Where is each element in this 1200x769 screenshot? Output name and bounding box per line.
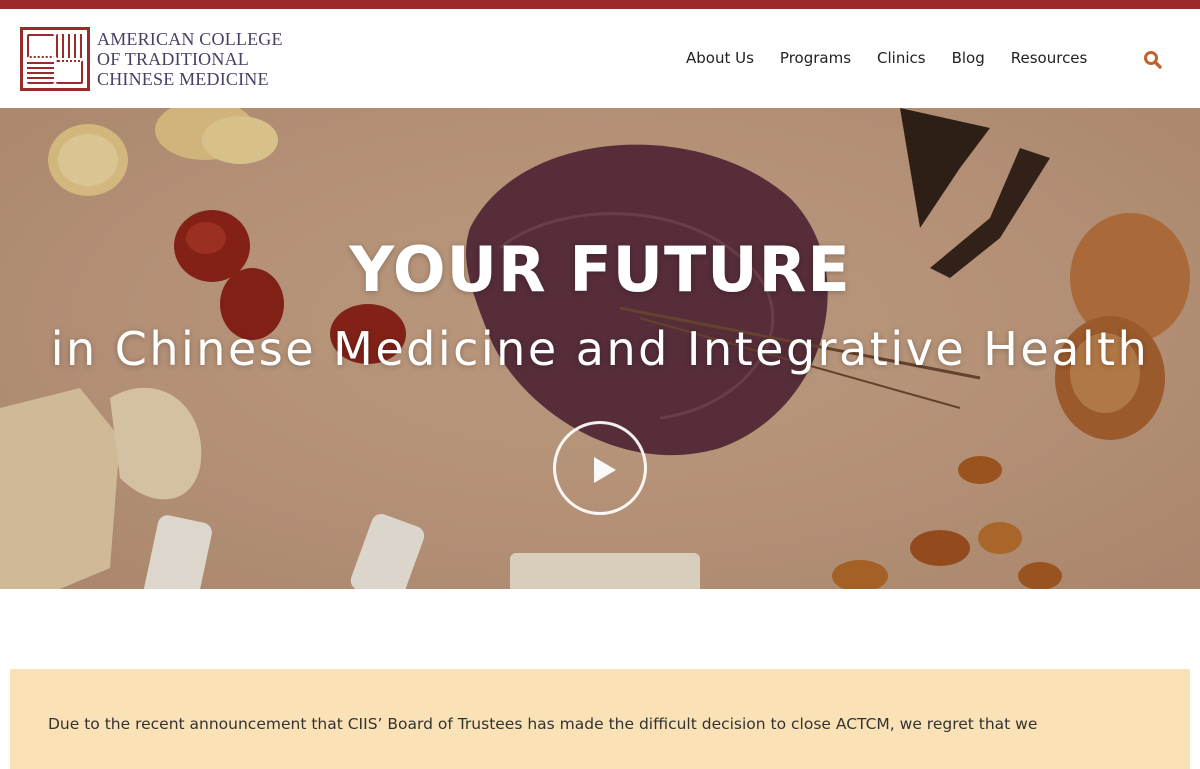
site-logo[interactable]: AMERICAN COLLEGE OF TRADITIONAL CHINESE …	[20, 27, 283, 91]
closure-notice: Due to the recent announcement that CIIS…	[10, 669, 1190, 769]
logo-line-3: CHINESE MEDICINE	[97, 69, 269, 89]
video-play-button[interactable]	[553, 421, 647, 515]
nav-blog[interactable]: Blog	[952, 49, 985, 67]
nav-programs[interactable]: Programs	[780, 49, 851, 67]
logo-line-2: OF TRADITIONAL	[97, 49, 249, 69]
closure-notice-text: Due to the recent announcement that CIIS…	[48, 715, 1038, 733]
nav-resources[interactable]: Resources	[1011, 49, 1088, 67]
search-icon[interactable]	[1143, 50, 1163, 70]
logo-line-1: AMERICAN COLLEGE	[97, 29, 283, 49]
play-icon	[594, 457, 616, 483]
hero-subline: in Chinese Medicine and Integrative Heal…	[50, 322, 1150, 376]
logo-wordmark: AMERICAN COLLEGE OF TRADITIONAL CHINESE …	[97, 29, 283, 89]
top-accent-bar	[0, 0, 1200, 9]
seal-logo-icon	[20, 27, 90, 91]
hero-banner: YOUR FUTURE in Chinese Medicine and Inte…	[0, 108, 1200, 589]
hero-headline: YOUR FUTURE	[349, 233, 851, 306]
nav-clinics[interactable]: Clinics	[877, 49, 926, 67]
nav-about-us[interactable]: About Us	[686, 49, 754, 67]
main-navigation: About Us Programs Clinics Blog Resources	[686, 49, 1113, 67]
site-header: AMERICAN COLLEGE OF TRADITIONAL CHINESE …	[0, 9, 1200, 108]
